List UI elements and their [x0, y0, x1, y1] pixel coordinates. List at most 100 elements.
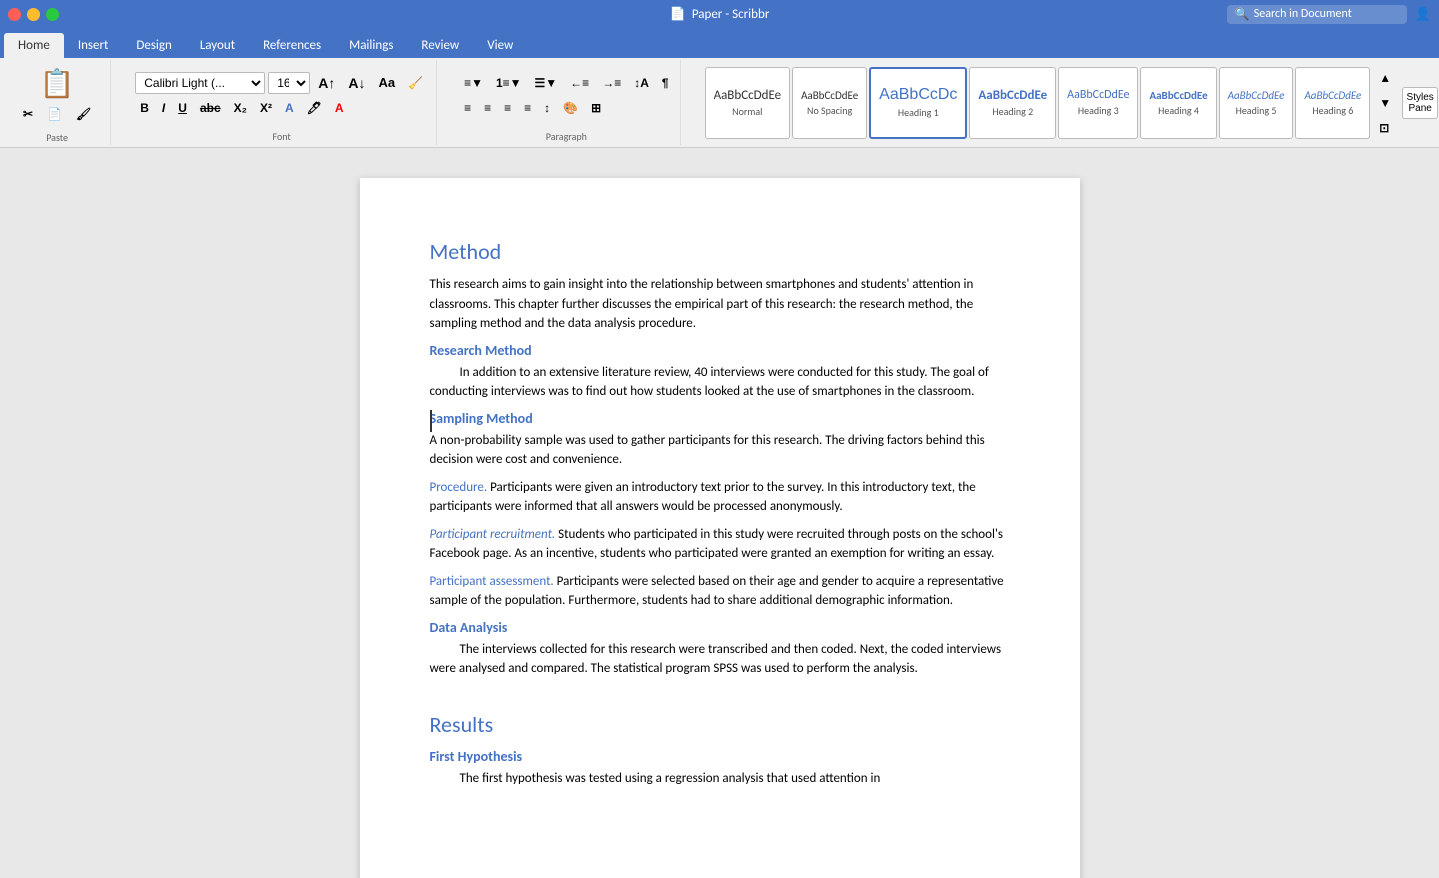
maximize-button[interactable]: [46, 8, 59, 21]
font-name-select[interactable]: Calibri Light (...: [135, 72, 265, 94]
increase-indent-button[interactable]: →≡: [597, 72, 626, 94]
paste-section: 📋 ✂ 📄 🖌: [10, 62, 104, 129]
font-format-row: B I U abc X₂ X² A 🖊 A: [135, 97, 428, 119]
para-sampling-method: A non-probability sample was used to gat…: [430, 431, 1010, 470]
style-heading2-preview: AaBbCcDdEe: [978, 88, 1047, 103]
font-controls: Calibri Light (... 16 A↑ A↓ Aa 🧹 B I U a…: [133, 70, 430, 121]
para-procedure: Procedure. Participants were given an in…: [430, 478, 1010, 517]
search-icon: 🔍: [1235, 7, 1250, 22]
bullets-button[interactable]: ≡▼: [459, 72, 488, 94]
bold-button[interactable]: B: [135, 97, 154, 119]
style-heading5-preview: AaBbCcDdEe: [1228, 89, 1285, 102]
title-bar-right: 🔍 Search in Document 👤: [1227, 5, 1431, 24]
style-heading4-preview: AaBbCcDdEe: [1149, 89, 1207, 102]
justify-button[interactable]: ≡: [519, 97, 536, 119]
heading-method: Method: [430, 238, 1010, 265]
decrease-indent-button[interactable]: ←≡: [565, 72, 594, 94]
tab-design[interactable]: Design: [122, 33, 185, 58]
close-button[interactable]: [8, 8, 21, 21]
styles-gallery: AaBbCcDdEe Normal AaBbCcDdEe No Spacing …: [703, 65, 1399, 141]
title-bar: 📄 Paper - Scribbr 🔍 Search in Document 👤: [0, 0, 1439, 28]
style-nospacing[interactable]: AaBbCcDdEe No Spacing: [792, 67, 867, 139]
subheading-data-analysis: Data Analysis: [430, 619, 1010, 636]
search-bar[interactable]: 🔍 Search in Document: [1227, 5, 1407, 24]
align-left-button[interactable]: ≡: [459, 97, 476, 119]
font-group-label: Font: [133, 128, 430, 143]
ribbon-tabs: Home Insert Design Layout References Mai…: [0, 28, 1439, 58]
style-heading2[interactable]: AaBbCcDdEe Heading 2: [969, 67, 1056, 139]
style-heading1-label: Heading 1: [898, 106, 939, 119]
tab-mailings[interactable]: Mailings: [335, 33, 407, 58]
style-heading1[interactable]: AaBbCcDc Heading 1: [869, 67, 967, 139]
align-right-button[interactable]: ≡: [499, 97, 516, 119]
sort-button[interactable]: ↕A: [629, 72, 654, 94]
line-spacing-button[interactable]: ↕: [539, 97, 555, 119]
style-normal-label: Normal: [732, 105, 762, 118]
strikethrough-button[interactable]: abc: [195, 97, 226, 119]
style-heading5-label: Heading 5: [1236, 104, 1277, 117]
align-center-button[interactable]: ≡: [479, 97, 496, 119]
format-painter-button[interactable]: 🖌: [71, 103, 96, 125]
para-assessment: Participant assessment. Participants wer…: [430, 572, 1010, 611]
styles-scroll-down[interactable]: ▼: [1374, 92, 1396, 114]
subheading-procedure: Procedure.: [430, 480, 488, 495]
numbering-button[interactable]: 1≡▼: [491, 72, 527, 94]
minimize-button[interactable]: [27, 8, 40, 21]
subheading-recruitment: Participant recruitment.: [430, 527, 556, 542]
tab-home[interactable]: Home: [4, 33, 64, 58]
subheading-first-hypothesis: First Hypothesis: [430, 748, 1010, 765]
subheading-research-method: Research Method: [430, 342, 1010, 359]
text-cursor: [430, 410, 432, 432]
style-heading6-preview: AaBbCcDdEe: [1304, 89, 1361, 102]
section-spacer: [430, 687, 1010, 711]
font-color-button[interactable]: A: [330, 97, 349, 119]
show-marks-button[interactable]: ¶: [657, 72, 674, 94]
borders-button[interactable]: ⊞: [586, 97, 606, 119]
cut-button[interactable]: ✂: [18, 103, 38, 125]
copy-button[interactable]: 📄: [42, 103, 67, 125]
tab-review[interactable]: Review: [407, 33, 473, 58]
paragraph-group-label: Paragraph: [459, 128, 673, 143]
style-heading4[interactable]: AaBbCcDdEe Heading 4: [1140, 67, 1216, 139]
window-title: Paper - Scribbr: [692, 7, 770, 22]
font-shrink-button[interactable]: A↓: [343, 72, 370, 94]
tab-references[interactable]: References: [249, 33, 335, 58]
font-grow-button[interactable]: A↑: [313, 72, 340, 94]
style-normal[interactable]: AaBbCcDdEe Normal: [705, 67, 791, 139]
underline-button[interactable]: U: [173, 97, 192, 119]
style-heading3[interactable]: AaBbCcDdEe Heading 3: [1058, 67, 1138, 139]
subscript-button[interactable]: X₂: [229, 97, 252, 119]
heading-results: Results: [430, 711, 1010, 738]
font-color-A-button[interactable]: A: [280, 97, 299, 119]
shading-button[interactable]: 🎨: [558, 97, 583, 119]
clear-format-button[interactable]: 🧹: [403, 72, 428, 94]
text-highlight-button[interactable]: 🖊: [302, 97, 327, 119]
paste-group: 📋 ✂ 📄 🖌 Paste: [4, 60, 111, 145]
styles-pane-button[interactable]: Styles Pane: [1402, 87, 1438, 119]
italic-button[interactable]: I: [157, 97, 170, 119]
document-area[interactable]: Method This research aims to gain insigh…: [0, 148, 1439, 878]
style-heading1-preview: AaBbCcDc: [879, 86, 957, 104]
tab-layout[interactable]: Layout: [186, 33, 249, 58]
tab-view[interactable]: View: [473, 33, 527, 58]
styles-scroll-up[interactable]: ▲: [1374, 67, 1396, 89]
para-first-hypothesis: The first hypothesis was tested using a …: [430, 769, 1010, 789]
paragraph-format-group: ≡▼ 1≡▼ ☰▼ ←≡ →≡ ↕A ¶ ≡ ≡ ≡ ≡ ↕ 🎨 ⊞: [459, 72, 673, 119]
multilevel-button[interactable]: ☰▼: [530, 72, 563, 94]
paste-icon[interactable]: 📋: [40, 66, 75, 101]
title-bar-user-icon[interactable]: 👤: [1415, 7, 1431, 22]
style-heading5[interactable]: AaBbCcDdEe Heading 5: [1219, 67, 1294, 139]
change-case-button[interactable]: Aa: [374, 72, 401, 94]
tab-insert[interactable]: Insert: [64, 33, 123, 58]
font-size-select[interactable]: 16: [268, 72, 310, 94]
superscript-button[interactable]: X²: [255, 97, 277, 119]
font-group-content: Calibri Light (... 16 A↑ A↓ Aa 🧹 B I U a…: [133, 62, 430, 128]
style-nospacing-label: No Spacing: [807, 104, 852, 117]
title-bar-center: 📄 Paper - Scribbr: [670, 7, 770, 22]
list-row: ≡▼ 1≡▼ ☰▼ ←≡ →≡ ↕A ¶: [459, 72, 673, 94]
style-heading4-label: Heading 4: [1158, 104, 1199, 117]
para-data-analysis: The interviews collected for this resear…: [430, 640, 1010, 679]
style-heading6[interactable]: AaBbCcDdEe Heading 6: [1295, 67, 1370, 139]
styles-more[interactable]: ⊡: [1374, 117, 1396, 139]
paste-label: Paste: [10, 129, 104, 144]
